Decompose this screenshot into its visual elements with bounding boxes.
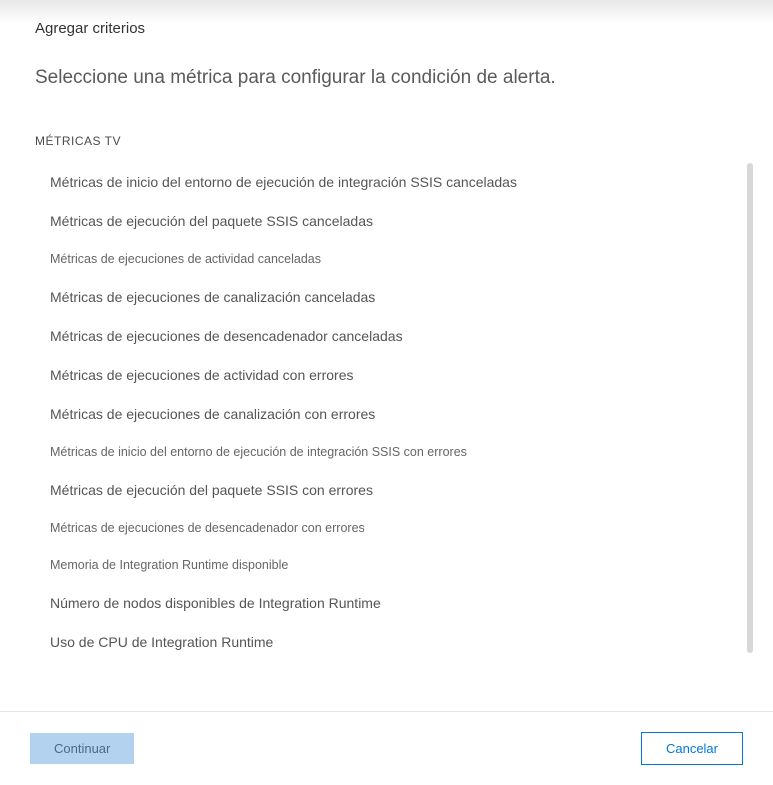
continue-button[interactable]: Continuar <box>30 733 134 764</box>
metric-item[interactable]: Métricas de ejecución del paquete SSIS c… <box>30 202 753 241</box>
metric-item[interactable]: Métricas de ejecuciones de desencadenado… <box>30 317 753 356</box>
footer: Continuar Cancelar <box>0 711 773 785</box>
metric-item[interactable]: Métricas de ejecuciones de actividad con… <box>30 356 753 395</box>
metric-item[interactable]: Memoria de Integration Runtime disponibl… <box>30 547 753 584</box>
metric-item[interactable]: Métricas de ejecuciones de actividad can… <box>30 241 753 278</box>
scrollbar[interactable] <box>747 163 753 653</box>
section-header: MÉTRICAS TV <box>0 134 773 163</box>
metrics-container: Métricas de inicio del entorno de ejecuc… <box>0 163 753 711</box>
metric-item[interactable]: Número de nodos disponibles de Integrati… <box>30 584 753 623</box>
metric-item[interactable]: Métricas de inicio del entorno de ejecuc… <box>30 163 753 202</box>
metric-item[interactable]: Métricas de ejecuciones de canalización … <box>30 278 753 317</box>
page-title: Agregar criterios <box>35 20 743 37</box>
metric-item[interactable]: Métricas de ejecución del paquete SSIS c… <box>30 471 753 510</box>
header: Agregar criterios Seleccione una métrica… <box>0 0 773 134</box>
metric-item[interactable]: Métricas de inicio del entorno de ejecuc… <box>30 434 753 471</box>
metric-item[interactable]: Métricas de ejecuciones de canalización … <box>30 395 753 434</box>
metrics-list: Métricas de inicio del entorno de ejecuc… <box>0 163 753 662</box>
metric-item[interactable]: Uso de CPU de Integration Runtime <box>30 623 753 662</box>
page-subtitle: Seleccione una métrica para configurar l… <box>35 67 743 89</box>
cancel-button[interactable]: Cancelar <box>641 732 743 765</box>
metric-item[interactable]: Métricas de ejecuciones de desencadenado… <box>30 510 753 547</box>
